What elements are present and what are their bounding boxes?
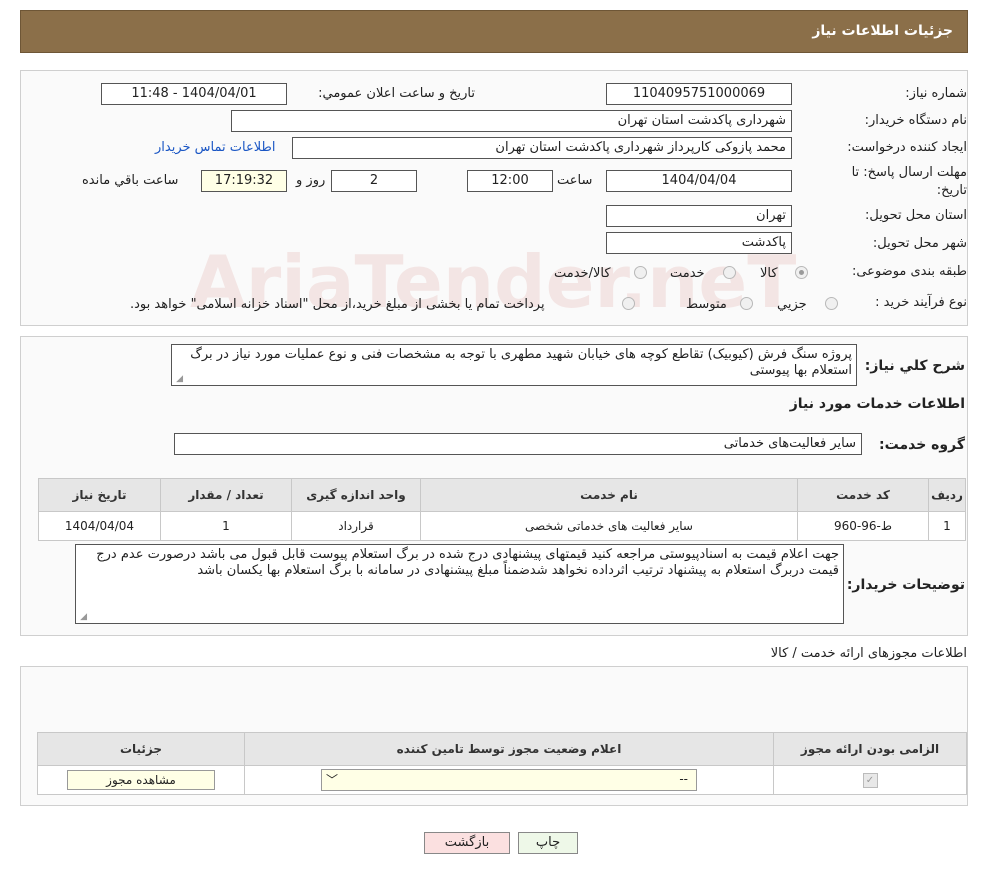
province-field: تهران — [606, 205, 792, 227]
category-goods-service-label: کالا/خدمت — [554, 266, 611, 281]
purchase-minor-radio[interactable] — [825, 297, 838, 310]
announce-field: 1404/04/01 - 11:48 — [101, 83, 287, 105]
page-title: جزئیات اطلاعات نیاز — [812, 23, 953, 39]
services-table: رديف کد خدمت نام خدمت واحد اندازه گيری ت… — [38, 478, 966, 541]
deadline-label: مهلت ارسال پاسخ: تا — [851, 165, 967, 180]
chevron-down-icon: ﹀ — [326, 773, 339, 787]
service-group-label: گروه خدمت: — [879, 437, 965, 453]
watermark: AriaTender.neT — [190, 240, 797, 324]
category-service-label: خدمت — [670, 266, 705, 281]
category-goods-label: کالا — [760, 266, 778, 281]
purchase-type-label: نوع فرآیند خرید : — [875, 295, 967, 310]
announce-label: تاریخ و ساعت اعلان عمومي: — [318, 86, 475, 101]
category-goods-service-radio[interactable] — [634, 266, 647, 279]
cell-unit: قرارداد — [291, 511, 421, 541]
deadline-label-date: تاريخ: — [936, 183, 967, 198]
col-quantity: تعداد / مقدار — [160, 478, 292, 512]
checkbox-disabled-icon: ✓ — [862, 773, 878, 788]
cell-permit-details: مشاهده مجوز — [37, 765, 245, 795]
col-permit-required: الزامی بودن ارائه مجوز — [773, 732, 967, 766]
purchase-minor-label: جزيي — [777, 297, 807, 312]
city-field: پاکدشت — [606, 232, 792, 254]
table-row: 1 ط-96-960 ساير فعاليت های خدماتی شخصی ق… — [38, 511, 966, 541]
province-label: استان محل تحويل: — [865, 208, 967, 223]
summary-text: پروژه سنگ فرش (کیوبیک) تقاطع کوچه های خی… — [190, 347, 852, 378]
creator-field: محمد پازوکی کارپرداز شهرداری پاکدشت استا… — [292, 137, 792, 159]
days-field: 2 — [331, 170, 417, 192]
col-service-name: نام خدمت — [420, 478, 798, 512]
cell-quantity: 1 — [160, 511, 292, 541]
city-label: شهر محل تحويل: — [872, 236, 967, 251]
summary-label: شرح کلي نياز: — [864, 358, 965, 374]
col-permit-details: جزئيات — [37, 732, 245, 766]
cell-service-name: ساير فعاليت های خدماتی شخصی — [420, 511, 798, 541]
purchase-treasury-checkbox[interactable] — [622, 297, 635, 310]
purchase-note: پرداخت تمام يا بخشی از مبلغ خريد،از محل … — [130, 297, 545, 312]
permits-table-header: الزامی بودن ارائه مجوز اعلام وضعيت مجوز … — [37, 732, 967, 766]
buyer-org-field: شهرداری پاکدشت استان تهران — [231, 110, 792, 132]
buyer-contact-link[interactable]: اطلاعات تماس خريدار — [155, 140, 275, 155]
days-label: روز و — [296, 173, 326, 188]
purchase-medium-label: متوسط — [686, 297, 727, 312]
print-button[interactable]: چاپ — [518, 832, 578, 854]
buyer-org-label: نام دستگاه خريدار: — [864, 113, 967, 128]
col-row-number: رديف — [928, 478, 966, 512]
service-group-field: ساير فعاليت‌های خدماتی — [174, 433, 862, 455]
services-title: اطلاعات خدمات مورد نياز — [789, 396, 965, 412]
need-number-field: 1104095751000069 — [606, 83, 792, 105]
creator-label: ايجاد کننده درخواست: — [847, 140, 967, 155]
col-need-date: تاريخ نياز — [38, 478, 161, 512]
back-button[interactable]: بازگشت — [424, 832, 510, 854]
permits-title: اطلاعات مجوزهای ارائه خدمت / کالا — [770, 646, 967, 661]
deadline-time-field: 12:00 — [467, 170, 553, 192]
col-service-code: کد خدمت — [797, 478, 929, 512]
category-goods-radio[interactable] — [795, 266, 808, 279]
deadline-time-label: ساعت — [557, 173, 593, 188]
cell-row-number: 1 — [928, 511, 966, 541]
summary-textarea: پروژه سنگ فرش (کیوبیک) تقاطع کوچه های خی… — [171, 344, 857, 386]
services-table-header: رديف کد خدمت نام خدمت واحد اندازه گيری ت… — [38, 478, 966, 512]
purchase-medium-radio[interactable] — [740, 297, 753, 310]
need-number-label: شماره نیاز: — [905, 86, 967, 101]
permits-table: الزامی بودن ارائه مجوز اعلام وضعيت مجوز … — [37, 732, 967, 795]
deadline-date-field: 1404/04/04 — [606, 170, 792, 192]
buyer-notes-text: جهت اعلام قیمت به اسنادپیوستی مراجعه کنی… — [96, 547, 839, 578]
col-unit: واحد اندازه گيری — [291, 478, 421, 512]
cell-permit-status: ﹀ -- — [244, 765, 774, 795]
permit-status-value: -- — [679, 772, 688, 786]
col-permit-status: اعلام وضعيت مجوز توسط تامين کننده — [244, 732, 774, 766]
buyer-notes-label: توضيحات خريدار: — [846, 577, 965, 593]
buyer-notes-textarea: جهت اعلام قیمت به اسنادپیوستی مراجعه کنی… — [75, 544, 844, 624]
remaining-label: ساعت باقي مانده — [82, 173, 179, 188]
category-label: طبقه بندی موضوعی: — [851, 264, 967, 279]
category-service-radio[interactable] — [723, 266, 736, 279]
resize-grip-icon: ◢ — [176, 374, 183, 384]
cell-service-code: ط-96-960 — [797, 511, 929, 541]
permit-status-select[interactable]: ﹀ -- — [321, 769, 697, 791]
page-header: جزئیات اطلاعات نیاز — [20, 10, 968, 53]
resize-grip-icon: ◢ — [80, 612, 87, 622]
table-row: ✓ ﹀ -- مشاهده مجوز — [37, 765, 967, 795]
remaining-time-field: 17:19:32 — [201, 170, 287, 192]
cell-permit-required: ✓ — [773, 765, 967, 795]
cell-need-date: 1404/04/04 — [38, 511, 161, 541]
view-permit-button[interactable]: مشاهده مجوز — [67, 770, 215, 790]
